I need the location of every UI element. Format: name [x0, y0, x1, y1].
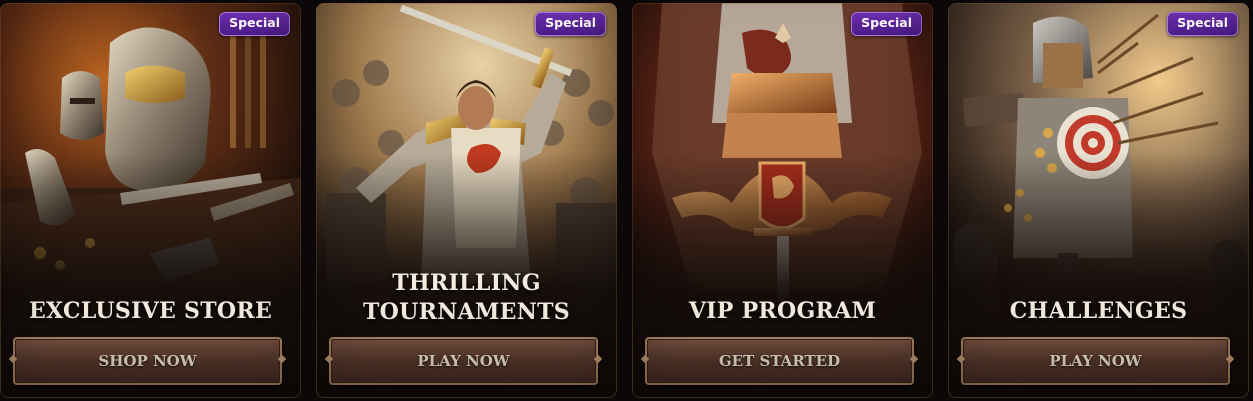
get-started-button[interactable]: GET STARTED [645, 337, 914, 385]
card-title-line: EXCLUSIVE STORE [28, 298, 273, 324]
special-badge: Special [1167, 12, 1238, 36]
play-now-button[interactable]: PLAY NOW [961, 337, 1230, 385]
promo-cards-row: Special EXCLUSIVE STORE SHOP NOW Special… [0, 0, 1253, 401]
card-vip-program[interactable]: Special VIP PROGRAM GET STARTED [632, 3, 933, 398]
play-now-button[interactable]: PLAY NOW [329, 337, 598, 385]
card-thrilling-tournaments[interactable]: Special THRILLING TOURNAMENTS PLAY NOW [316, 3, 617, 398]
card-title-line: CHALLENGES [1009, 298, 1188, 324]
special-badge: Special [219, 12, 290, 36]
special-badge: Special [535, 12, 606, 36]
card-title: EXCLUSIVE STORE [0, 297, 301, 326]
card-title-line: THRILLING [392, 270, 541, 296]
card-title: VIP PROGRAM [632, 297, 933, 326]
card-title: CHALLENGES [948, 297, 1249, 326]
card-challenges[interactable]: Special CHALLENGES PLAY NOW [948, 3, 1249, 398]
shop-now-button[interactable]: SHOP NOW [13, 337, 282, 385]
card-exclusive-store[interactable]: Special EXCLUSIVE STORE SHOP NOW [0, 3, 301, 398]
card-title-line: TOURNAMENTS [363, 299, 570, 325]
special-badge: Special [851, 12, 922, 36]
card-title: THRILLING TOURNAMENTS [316, 269, 617, 327]
card-title-line: VIP PROGRAM [688, 298, 877, 324]
